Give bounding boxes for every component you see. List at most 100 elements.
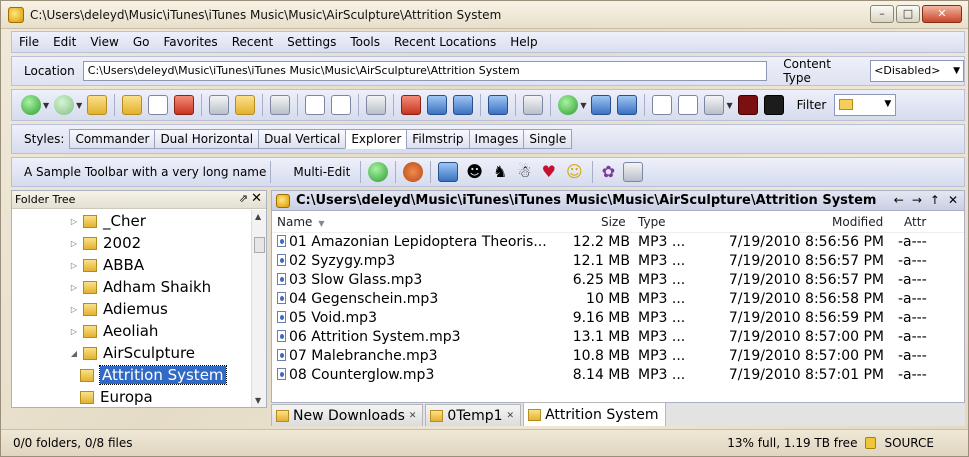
- pin-icon[interactable]: ⇗: [239, 192, 248, 205]
- search-folder-icon[interactable]: [235, 95, 256, 115]
- checklist-icon[interactable]: [652, 95, 673, 115]
- up-folder-icon[interactable]: [87, 95, 108, 115]
- tree-item[interactable]: Attrition System: [12, 364, 252, 386]
- menu-go[interactable]: Go: [126, 35, 157, 49]
- scroll-thumb[interactable]: [254, 237, 265, 253]
- tree-item[interactable]: ▷ _Cher: [12, 210, 252, 232]
- command-prompt-icon[interactable]: [763, 95, 784, 115]
- document-icon[interactable]: [678, 95, 699, 115]
- forward-icon[interactable]: [54, 95, 75, 115]
- tree-item[interactable]: ▷ 2002: [12, 232, 252, 254]
- menu-favorites[interactable]: Favorites: [156, 35, 224, 49]
- style-images-button[interactable]: Images: [468, 129, 525, 149]
- scroll-down-icon[interactable]: ▼: [255, 396, 261, 405]
- maximize-button[interactable]: □: [896, 5, 920, 23]
- panel-icon[interactable]: [617, 95, 638, 115]
- goto-icon[interactable]: [174, 95, 195, 115]
- column-name[interactable]: Name ▼: [277, 215, 325, 229]
- scroll-up-icon[interactable]: ▲: [255, 212, 261, 221]
- style-explorer-button[interactable]: Explorer: [345, 129, 408, 149]
- run-dropdown-icon[interactable]: ▼: [580, 101, 586, 110]
- export-icon[interactable]: [368, 162, 389, 182]
- redo-icon[interactable]: [453, 95, 474, 115]
- tab-close-icon[interactable]: ✕: [409, 411, 417, 421]
- smiley-icon[interactable]: ☺: [566, 162, 583, 182]
- expander-icon[interactable]: ◢: [69, 349, 79, 358]
- forward-dropdown-icon[interactable]: ▼: [76, 101, 82, 110]
- run-icon[interactable]: [558, 95, 579, 115]
- menu-help[interactable]: Help: [503, 35, 544, 49]
- menu-view[interactable]: View: [83, 35, 125, 49]
- heart-icon[interactable]: ♥: [542, 162, 556, 182]
- column-attr[interactable]: Attr: [904, 215, 926, 229]
- style-filmstrip-button[interactable]: Filmstrip: [406, 129, 470, 149]
- folder-tab[interactable]: New Downloads ✕: [271, 404, 424, 426]
- file-row[interactable]: 08 Counterglow.mp3 8.14 MB MP3 ... 7/19/201…: [272, 366, 964, 385]
- menu-settings[interactable]: Settings: [280, 35, 343, 49]
- close-button[interactable]: ✕: [922, 5, 962, 23]
- pane-forward-icon[interactable]: →: [912, 193, 922, 207]
- view-window-icon[interactable]: [209, 95, 230, 115]
- tc-icon[interactable]: [403, 162, 424, 182]
- layout-icon[interactable]: [591, 95, 612, 115]
- cat-icon[interactable]: ☃: [517, 162, 531, 182]
- back-dropdown-icon[interactable]: ▼: [43, 101, 49, 110]
- paste-icon[interactable]: [331, 95, 352, 115]
- file-row[interactable]: 07 Malebranche.mp3 10.8 MB MP3 ... 7/19/201…: [272, 347, 964, 366]
- pane-back-icon[interactable]: ←: [894, 193, 904, 207]
- character-icon[interactable]: ☻: [466, 162, 483, 182]
- refresh-icon[interactable]: [488, 95, 509, 115]
- tree-item[interactable]: Europa: [12, 386, 252, 407]
- tree-item[interactable]: ▷ ABBA: [12, 254, 252, 276]
- tree-item[interactable]: ▷ Adham Shaikh: [12, 276, 252, 298]
- folder-tab[interactable]: 0Temp1 ✕: [425, 404, 522, 426]
- new-folder-icon[interactable]: [122, 95, 143, 115]
- file-row[interactable]: 06 Attrition System.mp3 13.1 MB MP3 ... 7/1…: [272, 328, 964, 347]
- tree-item[interactable]: ▷ Aeoliah: [12, 320, 252, 342]
- tree-item[interactable]: ◢ AirSculpture: [12, 342, 252, 364]
- close-icon[interactable]: ✕: [251, 191, 262, 206]
- menu-recent-locations[interactable]: Recent Locations: [387, 35, 503, 49]
- palette-icon[interactable]: [623, 162, 644, 182]
- expander-icon[interactable]: ▷: [69, 283, 79, 292]
- file-row[interactable]: 01 Amazonian Lepidoptera Theoris... 12.2 …: [272, 233, 964, 252]
- edit-icon[interactable]: [704, 95, 725, 115]
- rename-icon[interactable]: [366, 95, 387, 115]
- menu-file[interactable]: File: [12, 35, 46, 49]
- file-row[interactable]: 05 Void.mp3 9.16 MB MP3 ... 7/19/2010 8:56:…: [272, 309, 964, 328]
- bug-icon[interactable]: ✿: [602, 162, 615, 182]
- file-row[interactable]: 03 Slow Glass.mp3 6.25 MB MP3 ... 7/19/2010…: [272, 271, 964, 290]
- edit-dropdown-icon[interactable]: ▼: [726, 101, 732, 110]
- folder-tab[interactable]: Attrition System: [523, 402, 666, 426]
- select-icon[interactable]: [270, 95, 291, 115]
- column-type[interactable]: Type: [638, 215, 666, 229]
- style-commander-button[interactable]: Commander: [69, 129, 156, 149]
- tools-icon[interactable]: [438, 162, 459, 182]
- menu-edit[interactable]: Edit: [46, 35, 83, 49]
- menu-recent[interactable]: Recent: [225, 35, 280, 49]
- expander-icon[interactable]: ▷: [69, 327, 79, 336]
- tab-close-icon[interactable]: ✕: [507, 411, 515, 421]
- pane-up-icon[interactable]: ↑: [930, 193, 940, 207]
- expander-icon[interactable]: ▷: [69, 305, 79, 314]
- title-bar[interactable]: C:\Users\deleyd\Music\iTunes\iTunes Musi…: [1, 1, 968, 29]
- undo-icon[interactable]: [427, 95, 448, 115]
- style-dual-vertical-button[interactable]: Dual Vertical: [258, 129, 347, 149]
- dog-icon[interactable]: ♞: [493, 162, 507, 182]
- multi-edit-button[interactable]: Multi-Edit: [293, 165, 350, 179]
- column-modified[interactable]: Modified: [832, 215, 883, 229]
- find-icon[interactable]: [523, 95, 544, 115]
- app-icon[interactable]: [8, 6, 24, 23]
- expander-icon[interactable]: ▷: [69, 239, 79, 248]
- command-prompt-red-icon[interactable]: [737, 95, 758, 115]
- expander-icon[interactable]: ▷: [69, 261, 79, 270]
- location-input[interactable]: C:\Users\deleyd\Music\iTunes\iTunes Musi…: [82, 61, 768, 81]
- back-icon[interactable]: [21, 95, 41, 115]
- copy-icon[interactable]: [305, 95, 326, 115]
- filter-select[interactable]: ▼: [834, 94, 897, 116]
- new-file-icon[interactable]: [148, 95, 169, 115]
- file-row[interactable]: 02 Syzygy.mp3 12.1 MB MP3 ... 7/19/2010 8:5…: [272, 252, 964, 271]
- style-single-button[interactable]: Single: [523, 129, 573, 149]
- tree-scrollbar[interactable]: ▲ ▼: [251, 210, 266, 407]
- file-row[interactable]: 04 Gegenschein.mp3 10 MB MP3 ... 7/19/2010 …: [272, 290, 964, 309]
